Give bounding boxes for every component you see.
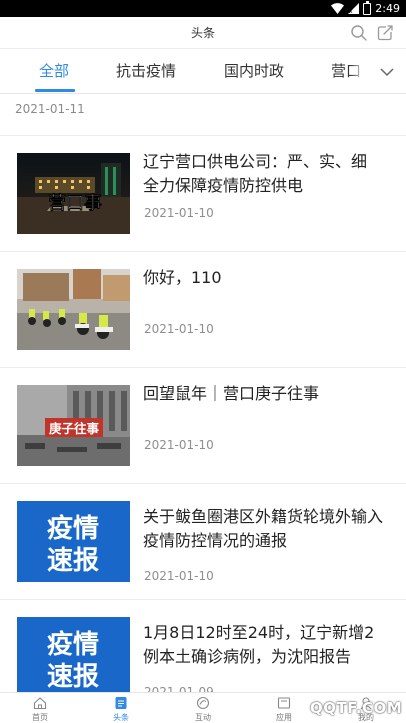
- thumbnail-caption: 营口事: [48, 192, 102, 214]
- news-title: 回望鼠年｜营口庚子往事: [143, 384, 320, 403]
- active-tab-indicator: [35, 89, 75, 92]
- nav-label: 首页: [32, 713, 48, 722]
- news-title: 你好，110: [143, 268, 222, 287]
- interact-icon: [196, 696, 210, 710]
- svg-text:x: x: [349, 8, 353, 14]
- thumbnail-caption-line-2: 速报: [47, 661, 99, 692]
- nav-home[interactable]: 首页: [10, 693, 70, 723]
- news-date: 2021-01-10: [144, 569, 214, 583]
- news-item[interactable]: 营口事 辽宁营口供电公司：严、实、细 全力保障疫情防控供电 2021-01-10: [0, 136, 406, 252]
- news-date: 2021-01-10: [144, 438, 214, 452]
- nav-label: 头条: [113, 713, 129, 722]
- news-item[interactable]: 疫情 速报 关于鲅鱼圈港区外籍货轮境外输入疫情防控情况的通报 2021-01-1…: [0, 484, 406, 600]
- news-thumbnail: 庚子往事: [17, 385, 130, 466]
- thumbnail-caption-line-1: 疫情: [47, 513, 99, 544]
- share-icon[interactable]: [376, 24, 394, 42]
- status-bar: x 2:49: [0, 0, 406, 17]
- watermark: QQTF.COM: [310, 699, 403, 717]
- news-item[interactable]: 你好，110 2021-01-10: [0, 252, 406, 368]
- thumbnail-caption-line-2: 速报: [47, 545, 99, 576]
- search-icon[interactable]: [350, 24, 368, 42]
- page-title: 头条: [190, 26, 215, 40]
- news-date: 2021-01-10: [144, 322, 214, 336]
- status-time: 2:49: [375, 2, 400, 15]
- news-thumbnail: [17, 269, 130, 350]
- nav-news[interactable]: 头条: [91, 693, 151, 723]
- thumbnail-caption: 庚子往事: [49, 421, 100, 436]
- tab-all[interactable]: 全部: [39, 49, 69, 93]
- news-date: 2021-01-10: [144, 206, 214, 220]
- tab-fight-epidemic[interactable]: 抗击疫情: [116, 49, 176, 93]
- tabs-fade-overlay: [350, 49, 372, 93]
- news-icon: [115, 697, 127, 709]
- news-thumbnail: 疫情 速报: [17, 501, 130, 582]
- news-title: 1月8日12时至24时，辽宁新增2例本土确诊病例，为沈阳报告: [143, 623, 375, 666]
- date-group-label: 2021-01-11: [15, 102, 85, 116]
- nav-label: 互动: [195, 713, 211, 722]
- chevron-down-icon[interactable]: [376, 61, 398, 83]
- news-item[interactable]: 庚子往事 回望鼠年｜营口庚子往事 2021-01-10: [0, 368, 406, 484]
- news-thumbnail: 疫情 速报: [17, 617, 130, 698]
- news-title: 关于鲅鱼圈港区外籍货轮境外输入疫情防控情况的通报: [143, 507, 384, 550]
- battery-icon: [363, 0, 372, 15]
- news-title: 辽宁营口供电公司：严、实、细 全力保障疫情防控供电: [143, 152, 384, 195]
- category-tabs: 全部 抗击疫情 国内时政 营口: [0, 49, 406, 94]
- news-thumbnail: 营口事: [17, 153, 130, 234]
- wifi-icon: [331, 3, 345, 14]
- signal-icon: x: [348, 3, 360, 14]
- app-header: 头条: [0, 17, 406, 49]
- nav-label: 应用: [276, 713, 292, 722]
- apps-icon: [277, 697, 291, 709]
- tab-domestic-politics[interactable]: 国内时政: [224, 49, 284, 93]
- nav-apps[interactable]: 应用: [254, 693, 314, 723]
- home-icon: [33, 697, 47, 710]
- thumbnail-caption-line-1: 疫情: [47, 629, 99, 660]
- nav-interact[interactable]: 互动: [173, 693, 233, 723]
